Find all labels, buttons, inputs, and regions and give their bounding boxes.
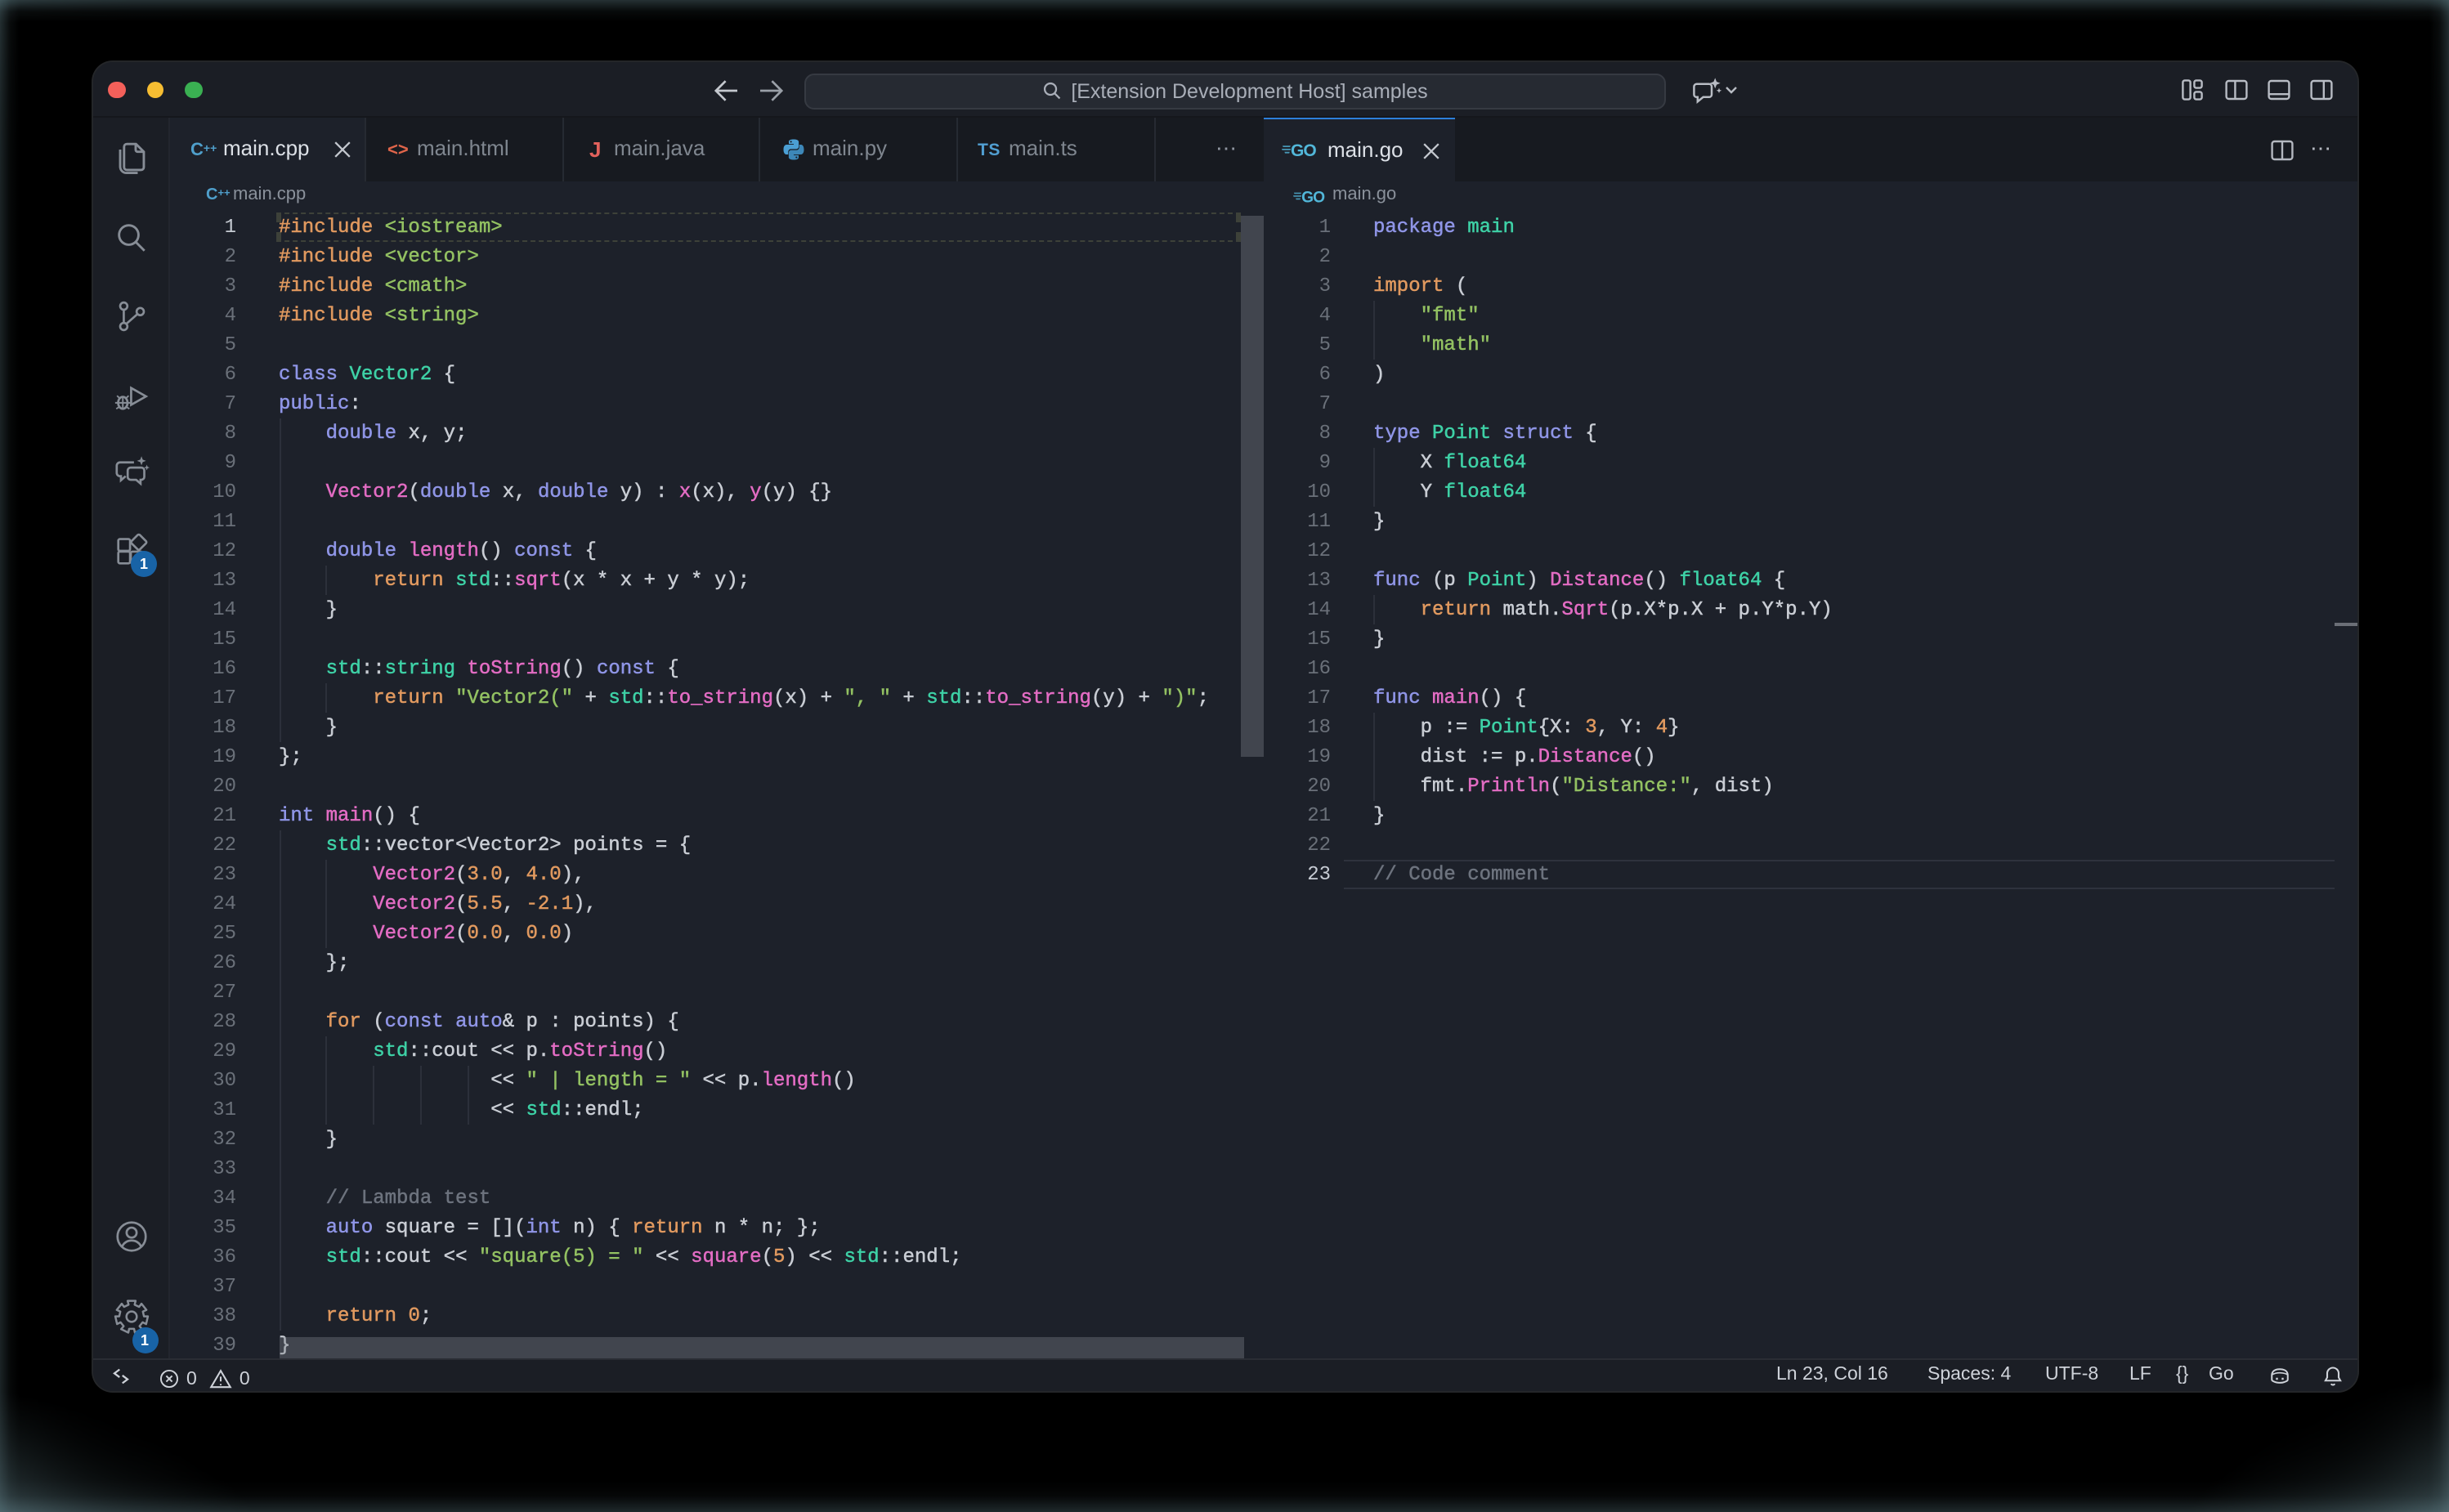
svg-text:GO: GO — [1291, 141, 1316, 160]
svg-text:GO: GO — [1301, 189, 1324, 206]
